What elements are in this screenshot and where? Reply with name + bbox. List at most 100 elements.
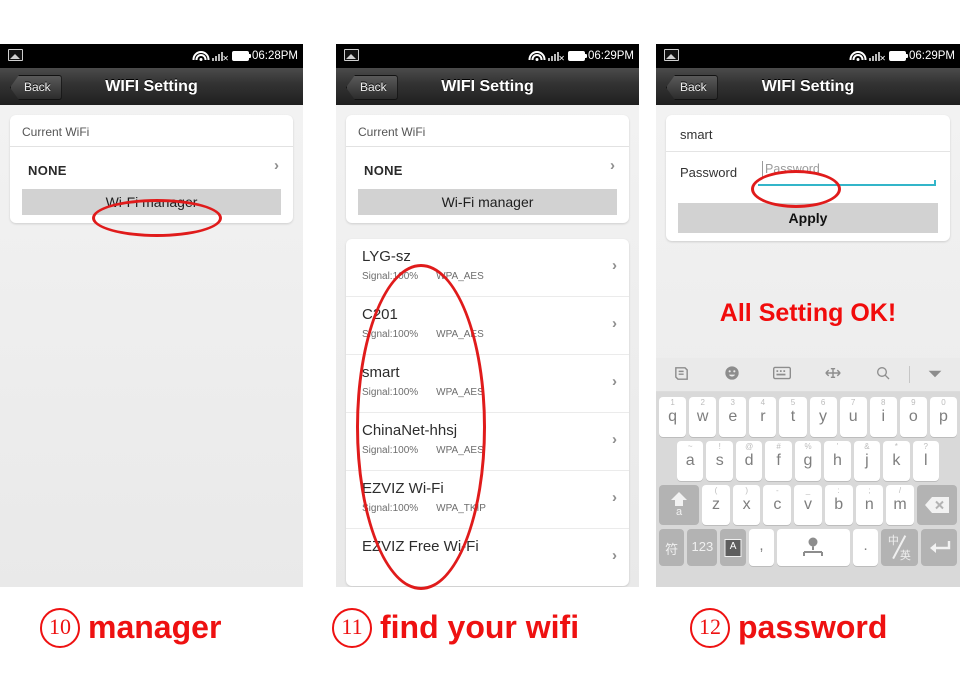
key-comma[interactable]: , [748,529,775,566]
caption-text: manager [88,609,222,646]
keyboard-rows: 1q 2w 3e 4r 5t 6y 7u 8i 9o 0p ~ a ! s @ d #… [656,392,960,574]
list-item[interactable]: C201 Signal:100% WPA_AES › [346,297,629,355]
key-label: s [715,452,724,469]
screen-content: Current WiFi NONE › Wi-Fi manager LYG-sz… [336,105,639,587]
key-a[interactable]: ~ a [677,441,704,481]
title-bar: Back WIFI Setting [336,68,639,106]
key-u[interactable]: 7u [839,397,867,437]
key-z[interactable]: (z [702,485,730,525]
key-symbols[interactable]: 符 [659,529,685,566]
current-wifi-value: NONE [364,163,403,178]
network-meta: Signal:100% WPA_TKIP [362,503,486,514]
key-label-top: 中 [887,535,899,547]
key-label: x [742,496,751,513]
key-d[interactable]: @ d [735,441,763,481]
key-label: A [729,541,737,552]
list-item[interactable]: smart Signal:100% WPA_AES › [346,355,629,413]
onscreen-keyboard: 1q 2w 3e 4r 5t 6y 7u 8i 9o 0p ~ a ! s @ d #… [656,358,960,587]
key-label-bottom: 英 [899,550,911,562]
caption-row: 10 manager 11 find your wifi 12 password [0,597,960,697]
key-n[interactable]: ; n [855,485,884,525]
keyboard-icon[interactable] [757,366,808,383]
key-label: 符 [665,542,679,557]
list-item[interactable]: EZVIZ Wi-Fi Signal:100% WPA_TKIP › [346,471,629,529]
key-language-toggle[interactable]: 中 英 [881,529,918,566]
key-i[interactable]: 8i [869,397,897,437]
key-sup: : [837,486,840,495]
battery-icon [888,51,908,61]
current-wifi-row[interactable]: NONE › [346,147,629,189]
key-space[interactable] [777,529,850,566]
key-s[interactable]: ! s [706,441,733,481]
key-t[interactable]: 5t [779,397,807,437]
wifi-manager-button[interactable]: Wi-Fi manager [358,189,617,215]
key-x[interactable]: ) x [732,485,761,525]
key-abc-mode[interactable]: A [720,529,746,566]
key-w[interactable]: 2w [689,397,717,437]
key-label: m [893,496,907,513]
apply-button[interactable]: Apply [678,203,938,233]
cursor-move-icon[interactable] [808,366,859,383]
key-g[interactable]: % g [794,441,822,481]
key-p[interactable]: 0p [929,397,957,437]
key-numbers[interactable]: 123 [687,529,718,566]
list-item[interactable]: LYG-sz Signal:100% WPA_AES › [346,239,629,297]
network-signal: Signal:100% [362,387,419,398]
key-m[interactable]: / m [886,485,914,525]
key-label: n [864,496,874,513]
network-signal: Signal:100% [362,503,419,514]
key-sup: 0 [941,398,946,407]
key-label: v [803,496,812,513]
wifi-connect-form: smart Password Password Apply [666,115,950,241]
key-sup: 4 [760,398,766,407]
key-l[interactable]: ? l [912,441,939,481]
password-input[interactable]: Password [758,160,936,186]
key-q[interactable]: 1q [659,397,687,437]
key-r[interactable]: 4r [749,397,777,437]
key-f[interactable]: # f [765,441,792,481]
key-label: y [819,408,828,425]
chevron-down-icon[interactable] [910,367,960,382]
caption-12: 12 password [690,607,887,648]
enter-icon[interactable] [920,529,958,566]
key-h[interactable]: ' h [824,441,851,481]
key-k[interactable]: * k [883,441,910,481]
battery-icon [567,51,587,61]
key-o[interactable]: 9o [899,397,927,437]
key-c[interactable]: -c [763,485,792,525]
sogou-logo-icon[interactable] [656,365,707,385]
search-icon[interactable] [858,365,909,384]
emoji-icon[interactable] [707,365,758,384]
key-e[interactable]: 3e [719,397,747,437]
backspace-icon[interactable] [916,485,957,525]
network-signal: Signal:100% [362,445,419,456]
phone-screenshot-2: 06:29PM Back WIFI Setting Current WiFi N… [336,44,639,587]
shift-icon[interactable]: a [659,485,700,525]
key-label: c [773,496,782,513]
key-sup: 1 [670,398,675,407]
key-label: k [892,452,901,469]
list-item[interactable]: ChinaNet-hhsj Signal:100% WPA_AES › [346,413,629,471]
network-signal: Signal:100% [362,271,419,282]
key-period[interactable]: . [852,529,879,566]
key-label: q [668,408,678,425]
wifi-manager-button[interactable]: Wi-Fi manager [22,189,281,215]
selected-ssid-value: smart [666,115,950,152]
svg-text:a: a [676,506,683,516]
key-b[interactable]: :b [824,485,853,525]
key-label: z [711,496,720,513]
network-meta: Signal:100% WPA_AES [362,445,484,456]
key-y[interactable]: 6y [809,397,837,437]
password-placeholder: Password [765,162,820,176]
current-wifi-row[interactable]: NONE › [10,147,293,189]
key-v[interactable]: _ v [794,485,822,525]
chevron-right-icon: › [612,257,617,274]
current-wifi-value: NONE [28,163,67,178]
key-sup: 2 [700,398,705,407]
wifi-icon [192,50,210,62]
key-j[interactable]: & j [853,441,881,481]
keyboard-row-2: ~ a ! s @ d # f % g ' h & j * k ? l [659,441,957,481]
caption-number: 11 [332,607,372,648]
list-item[interactable]: EZVIZ Free Wi-Fi › [346,529,629,586]
key-label: a [685,452,695,469]
